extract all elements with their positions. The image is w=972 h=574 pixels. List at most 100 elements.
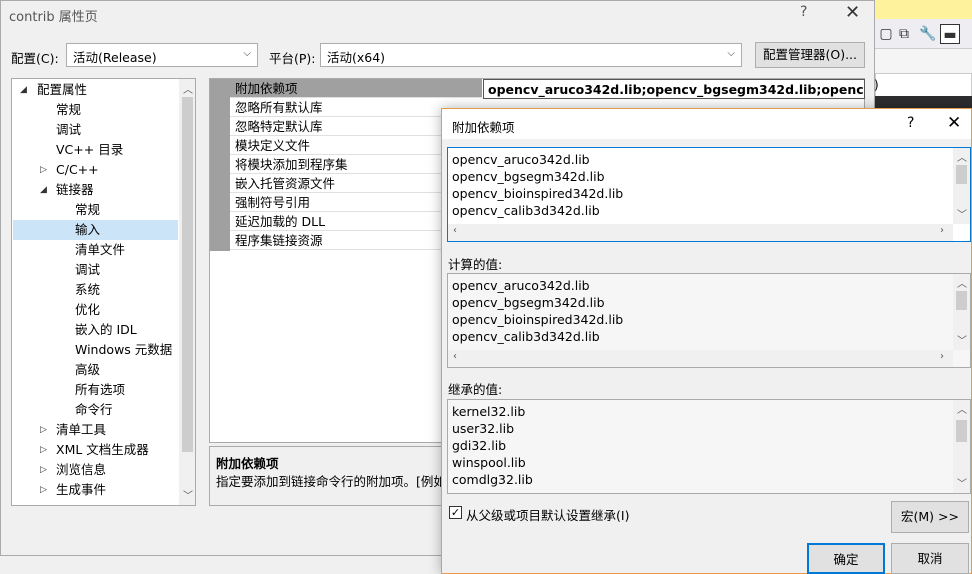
ide-copy-icon[interactable]: ⧉ xyxy=(894,24,914,44)
chevron-up-icon[interactable]: ︿ xyxy=(957,149,967,164)
inherited-values-list: kernel32.lib user32.lib gdi32.lib winspo… xyxy=(447,399,971,494)
tree-item[interactable]: 链接器 xyxy=(56,180,94,200)
scroll-thumb[interactable] xyxy=(956,420,967,442)
tree-item[interactable]: C/C++ xyxy=(56,160,99,180)
tree-item[interactable]: XML 文档生成器 xyxy=(56,440,149,460)
ide-info-bar xyxy=(875,0,972,19)
chevron-right-icon[interactable]: › xyxy=(940,351,944,362)
list-item: comdlg32.lib xyxy=(452,472,533,487)
tree-item[interactable]: 常规 xyxy=(75,200,100,220)
help-icon[interactable]: ? xyxy=(800,4,807,20)
expand-icon[interactable]: ▷ xyxy=(40,425,47,435)
computed-vscroll[interactable]: ︿ ﹀ xyxy=(953,274,970,350)
close-icon[interactable]: ✕ xyxy=(845,2,860,23)
chevron-down-icon[interactable]: ﹀ xyxy=(957,206,967,221)
scroll-thumb[interactable] xyxy=(956,165,967,184)
chevron-left-icon[interactable]: ‹ xyxy=(453,351,457,362)
grid-row-selected[interactable]: 附加依赖项 xyxy=(230,79,482,98)
wrench-icon[interactable]: 🔧 xyxy=(918,24,938,44)
cancel-button[interactable]: 取消 xyxy=(891,543,969,574)
expand-icon[interactable]: ▷ xyxy=(40,485,47,495)
scroll-thumb[interactable] xyxy=(956,291,967,310)
expand-icon[interactable]: ▷ xyxy=(40,465,47,475)
list-item: kernel32.lib xyxy=(452,404,526,419)
chevron-right-icon[interactable]: › xyxy=(940,225,944,236)
dialog-titlebar: 附加依赖项 ? ✕ xyxy=(442,109,971,139)
tree-item[interactable]: 嵌入的 IDL xyxy=(75,320,137,340)
list-item: opencv_calib3d342d.lib xyxy=(452,329,600,344)
tree-scrollbar[interactable]: ︿ ﹀ xyxy=(179,79,195,505)
tree-item[interactable]: 高级 xyxy=(75,360,100,380)
description-text: 指定要添加到链接命令行的附加项。[例如 k xyxy=(216,474,458,489)
chevron-up-icon[interactable]: ︿ xyxy=(957,401,967,416)
list-item: opencv_aruco342d.lib xyxy=(452,152,590,167)
expand-icon[interactable]: ▷ xyxy=(40,165,47,175)
list-item: opencv_calib3d342d.lib xyxy=(452,203,600,218)
close-icon[interactable]: ✕ xyxy=(947,113,961,133)
pin-icon[interactable]: ▬ xyxy=(940,24,960,44)
tree-item[interactable]: Windows 元数据 xyxy=(75,340,172,360)
list-item: opencv_aruco342d.lib xyxy=(452,278,590,293)
tree-item[interactable]: 清单工具 xyxy=(56,420,106,440)
additional-dependencies-dialog: 附加依赖项 ? ✕ opencv_aruco342d.lib opencv_bg… xyxy=(441,108,972,574)
ok-button[interactable]: 确定 xyxy=(807,543,885,574)
description-title: 附加依赖项 xyxy=(216,456,279,471)
chevron-down-icon: ⌵ xyxy=(727,48,735,59)
list-item: opencv_bioinspired342d.lib xyxy=(452,312,624,327)
tree-item[interactable]: 浏览信息 xyxy=(56,460,106,480)
computed-values-label: 计算的值: xyxy=(448,257,503,272)
chevron-down-icon[interactable]: ﹀ xyxy=(957,475,967,490)
ide-tool-icon[interactable]: ▢ xyxy=(876,24,896,44)
inherited-vscroll[interactable]: ︿ ﹀ xyxy=(953,400,970,493)
editor-hscroll[interactable]: ‹ › xyxy=(448,224,953,241)
computed-hscroll[interactable]: ‹ › xyxy=(448,350,953,367)
inherited-values-label: 继承的值: xyxy=(448,382,503,397)
macros-button[interactable]: 宏(M) >> xyxy=(891,501,969,533)
list-item: user32.lib xyxy=(452,421,515,436)
config-select[interactable]: 活动(Release) ⌵ xyxy=(66,43,258,67)
config-label: 配置(C): xyxy=(11,51,59,66)
collapse-icon[interactable]: ◢ xyxy=(20,85,27,95)
computed-values-list: opencv_aruco342d.lib opencv_bgsegm342d.l… xyxy=(447,273,971,368)
list-item: opencv_bioinspired342d.lib xyxy=(452,186,624,201)
expand-icon[interactable]: ▷ xyxy=(40,445,47,455)
list-item: opencv_bgsegm342d.lib xyxy=(452,169,605,184)
chevron-down-icon[interactable]: ﹀ xyxy=(183,487,193,502)
platform-select[interactable]: 活动(x64) ⌵ xyxy=(320,43,742,67)
tree-item[interactable]: 优化 xyxy=(75,300,100,320)
grid-value-input[interactable]: opencv_aruco342d.lib;opencv_bgsegm342d.l… xyxy=(483,79,865,99)
tree-item-root[interactable]: 配置属性 xyxy=(37,80,87,100)
property-tree: ◢ 配置属性 常规 调试 VC++ 目录 ▷ C/C++ ◢ 链接器 常规 输入… xyxy=(11,78,196,506)
platform-select-value: 活动(x64) xyxy=(327,50,386,65)
tree-item[interactable]: 系统 xyxy=(75,280,100,300)
tree-item[interactable]: 常规 xyxy=(56,100,81,120)
chevron-down-icon[interactable]: ﹀ xyxy=(957,332,967,347)
editor-vscroll[interactable]: ︿ ﹀ xyxy=(953,148,970,224)
chevron-up-icon[interactable]: ︿ xyxy=(183,81,193,96)
chevron-up-icon[interactable]: ︿ xyxy=(957,275,967,290)
tree-item[interactable]: 调试 xyxy=(75,260,100,280)
dependencies-editor[interactable]: opencv_aruco342d.lib opencv_bgsegm342d.l… xyxy=(447,147,971,242)
tree-item-selected[interactable]: 输入 xyxy=(13,220,178,240)
collapse-icon[interactable]: ◢ xyxy=(40,185,47,195)
help-icon[interactable]: ? xyxy=(907,115,914,131)
config-manager-button[interactable]: 配置管理器(O)... xyxy=(755,42,865,68)
list-item: winspool.lib xyxy=(452,455,526,470)
inherit-checkbox[interactable]: ✓ xyxy=(449,506,462,519)
chevron-left-icon[interactable]: ‹ xyxy=(453,225,457,236)
tree-item[interactable]: VC++ 目录 xyxy=(56,140,123,160)
tree-item[interactable]: 所有选项 xyxy=(75,380,125,400)
platform-label: 平台(P): xyxy=(269,51,316,66)
chevron-down-icon: ⌵ xyxy=(243,48,251,59)
scroll-thumb[interactable] xyxy=(182,97,193,452)
tree-item[interactable]: 调试 xyxy=(56,120,81,140)
window-title: contrib 属性页 xyxy=(9,10,98,25)
list-item: gdi32.lib xyxy=(452,438,507,453)
inherit-checkbox-label[interactable]: 从父级或项目默认设置继承(I) xyxy=(466,505,629,524)
list-item: opencv_bgsegm342d.lib xyxy=(452,295,605,310)
tree-item[interactable]: 命令行 xyxy=(75,400,113,420)
tree-item[interactable]: 生成事件 xyxy=(56,480,106,500)
config-select-value: 活动(Release) xyxy=(73,50,157,65)
tree-item[interactable]: 清单文件 xyxy=(75,240,125,260)
grid-gutter xyxy=(210,79,230,251)
